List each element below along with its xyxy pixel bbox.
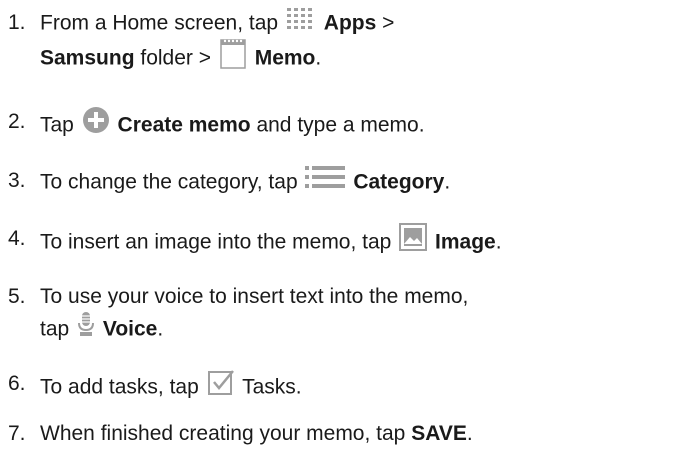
step-text: When finished creating your memo, tap	[40, 422, 406, 445]
apps-grid-icon	[286, 7, 316, 37]
step-text: To add tasks, tap	[40, 375, 199, 399]
microphone-icon	[77, 311, 95, 345]
memo-notepad-icon	[219, 37, 247, 77]
step-number: 5.	[8, 285, 26, 308]
add-circle-icon	[82, 106, 110, 142]
step-text: folder >	[140, 46, 212, 70]
category-list-icon	[305, 165, 346, 197]
voice-label: Voice	[102, 317, 158, 341]
image-icon	[399, 223, 428, 259]
step-number: 1.	[8, 11, 26, 34]
step-number: 3.	[8, 169, 26, 192]
step-number: 4.	[8, 227, 26, 250]
memo-instructions: 1. From a Home screen, tap Apps > Samsun…	[0, 0, 673, 450]
step-text: To use your voice to insert text into th…	[40, 285, 469, 308]
step-number: 2.	[8, 110, 26, 133]
samsung-label: Samsung	[40, 46, 135, 70]
step-text: From a Home screen, tap	[40, 11, 279, 35]
step-number: 7.	[8, 422, 26, 445]
step-text: To change the category, tap	[40, 170, 298, 194]
step-number: 6.	[8, 372, 26, 395]
checkbox-icon	[207, 368, 235, 404]
image-label: Image	[435, 230, 496, 254]
step-text: tap	[40, 317, 70, 341]
step-text: >	[382, 11, 395, 35]
save-label: SAVE	[411, 422, 467, 445]
memo-label: Memo	[254, 46, 316, 70]
step-text: and type a memo.	[256, 113, 425, 137]
create-memo-label: Create memo	[117, 113, 251, 137]
step-text: To insert an image into the memo, tap	[40, 230, 392, 254]
tasks-label: Tasks.	[242, 375, 302, 399]
apps-label: Apps	[323, 11, 377, 35]
step-text: Tap	[40, 113, 74, 137]
category-label: Category	[353, 170, 445, 194]
